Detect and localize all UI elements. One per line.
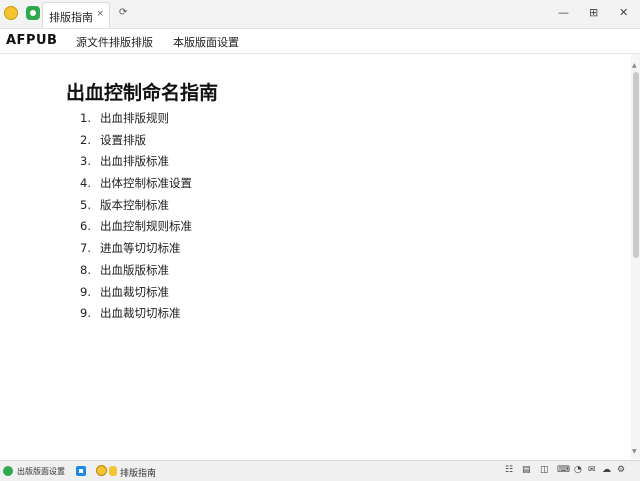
volume-icon[interactable]: ▤ (522, 465, 531, 475)
scroll-up-arrow-icon[interactable]: ▲ (632, 62, 637, 69)
list-item-number: 1. (80, 111, 91, 125)
list-item-text: 版本控制标准 (100, 197, 169, 212)
document-content: 出血控制命名指南 1. 出血排版规则 2. 设置排版 3. 出血排版标准 4. 出体控制… (0, 54, 631, 459)
cloud-icon[interactable]: ☁ (602, 465, 611, 475)
app-badge-icon (109, 466, 117, 476)
menu-bar: AFPUB 源文件排版排版 本版版面设置 (0, 29, 640, 54)
app-logo-icon (26, 6, 40, 20)
list-item[interactable]: 2. 设置排版 (80, 132, 192, 154)
list-item[interactable]: 4. 出体控制标准设置 (80, 175, 192, 197)
title-bar: 排版指南 × ⟳ — ⊞ ✕ (0, 0, 640, 29)
scrollbar-thumb[interactable] (633, 72, 639, 258)
list-item-text: 出血裁切标准 (100, 284, 169, 299)
guide-list: 1. 出血排版规则 2. 设置排版 3. 出血排版标准 4. 出体控制标准设置 5. 版本… (80, 110, 192, 327)
list-item[interactable]: 7. 进血等切切标准 (80, 240, 192, 262)
taskbar-item-guide[interactable]: 排版指南 (120, 466, 156, 479)
list-item-text: 出血裁切切标准 (100, 306, 181, 321)
list-item-text: 出血控制规则标准 (100, 219, 192, 234)
start-icon[interactable] (3, 466, 13, 476)
list-item[interactable]: 9. 出血裁切切标准 (80, 305, 192, 327)
taskbar: 出版版面设置 排版指南 ☷ ▤ ◫ ⌨ ◔ ✉ ☁ ⚙ (0, 460, 640, 481)
list-item[interactable]: 3. 出血排版标准 (80, 153, 192, 175)
tab-label: 排版指南 (49, 11, 93, 24)
list-item[interactable]: 5. 版本控制标准 (80, 197, 192, 219)
battery-icon[interactable]: ◫ (540, 465, 549, 475)
list-item-number: 3. (80, 154, 91, 169)
menu-item-source-layout[interactable]: 源文件排版排版 (76, 34, 153, 50)
list-item-number: 6. (80, 219, 91, 234)
refresh-icon[interactable]: ⟳ (119, 7, 127, 18)
list-item-text: 出体控制标准设置 (100, 176, 192, 191)
list-item-text: 出血版版标准 (100, 262, 169, 277)
list-item-text: 出血排版规则 (100, 111, 169, 125)
close-button[interactable]: ✕ (619, 6, 628, 19)
user-avatar-icon[interactable] (96, 465, 107, 476)
network-icon[interactable]: ☷ (505, 465, 513, 475)
app-menu-icon[interactable] (4, 6, 18, 20)
list-item-text: 进血等切切标准 (100, 241, 181, 256)
list-item-text: 出血排版标准 (100, 154, 169, 169)
page-title: 出血控制命名指南 (66, 82, 219, 104)
list-item[interactable]: 8. 出血版版标准 (80, 262, 192, 284)
scroll-down-arrow-icon[interactable]: ▼ (632, 448, 637, 455)
wifi-icon[interactable]: ◔ (574, 465, 582, 475)
list-item-number: 9. (80, 284, 91, 299)
list-item-number: 9. (80, 306, 91, 321)
settings-icon[interactable]: ⚙ (617, 465, 625, 475)
tab-close-icon[interactable]: × (96, 9, 104, 19)
list-item-number: 7. (80, 241, 91, 256)
taskbar-item-page-setup[interactable]: 出版版面设置 (17, 466, 65, 477)
list-item-number: 4. (80, 176, 91, 191)
brand-logo[interactable]: AFPUB (6, 33, 57, 48)
list-item[interactable]: 9. 出血裁切标准 (80, 284, 192, 306)
list-item-number: 5. (80, 197, 91, 212)
keyboard-icon[interactable]: ⌨ (557, 465, 570, 475)
list-item-number: 8. (80, 262, 91, 277)
file-explorer-icon[interactable] (76, 466, 86, 476)
list-item-number: 2. (80, 132, 91, 147)
menu-item-page-setup[interactable]: 本版版面设置 (173, 34, 239, 50)
notification-icon[interactable]: ✉ (588, 465, 596, 475)
maximize-button[interactable]: ⊞ (589, 6, 598, 19)
list-item-text: 设置排版 (100, 132, 146, 147)
list-item[interactable]: 1. 出血排版规则 (80, 110, 192, 132)
list-item[interactable]: 6. 出血控制规则标准 (80, 218, 192, 240)
minimize-button[interactable]: — (558, 6, 569, 19)
tab-guide[interactable]: 排版指南 × (42, 2, 110, 28)
